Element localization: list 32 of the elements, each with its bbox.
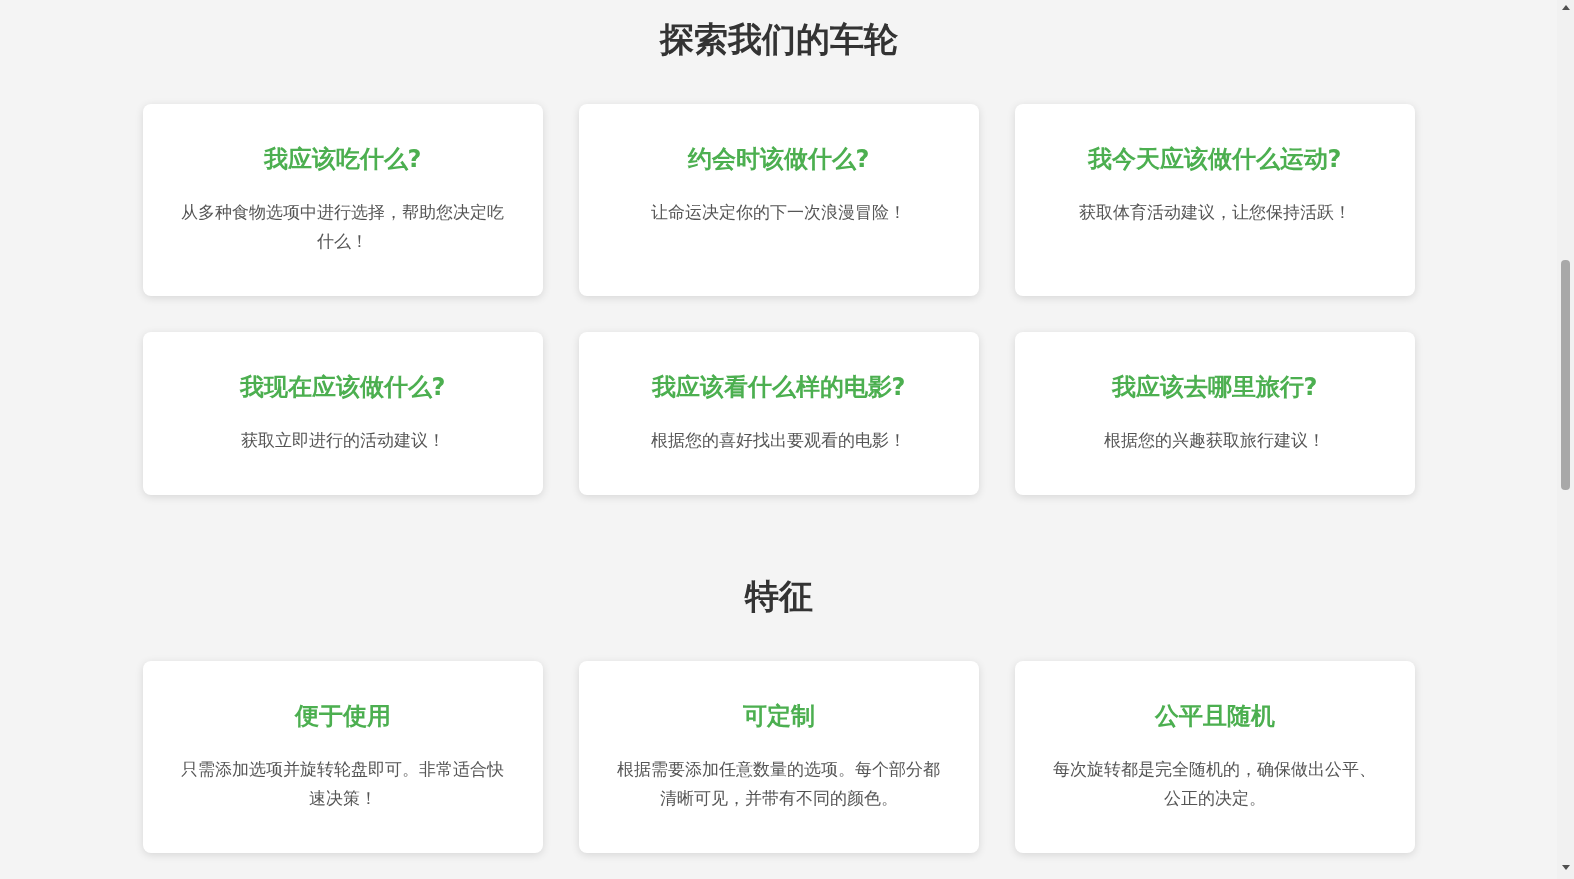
scroll-up-icon[interactable]: [1560, 4, 1571, 12]
card-title: 我应该去哪里旅行?: [1111, 372, 1318, 402]
section-heading: 探索我们的车轮: [659, 18, 898, 61]
card-title: 我应该吃什么?: [263, 144, 422, 174]
card-title: 我应该看什么样的电影?: [651, 372, 906, 402]
card-title: 我现在应该做什么?: [239, 372, 446, 402]
wheel-card[interactable]: 可定制 根据需要添加任意数量的选项。每个部分都清晰可见，并带有不同的颜色。: [578, 661, 979, 853]
card-title: 可定制: [742, 701, 815, 731]
wheel-card[interactable]: 我今天应该做什么运动? 获取体育活动建议，让您保持活跃！: [1014, 104, 1415, 296]
card-title: 公平且随机: [1154, 701, 1275, 731]
section-heading: 特征: [744, 575, 813, 618]
card-description: 从多种食物选项中进行选择，帮助您决定吃什么！: [180, 201, 505, 253]
card-description: 只需添加选项并旋转轮盘即可。非常适合快速决策！: [180, 758, 505, 810]
wheel-card[interactable]: 我应该看什么样的电影? 根据您的喜好找出要观看的电影！: [578, 332, 979, 495]
wheel-card[interactable]: 约会时该做什么? 让命运决定你的下一次浪漫冒险！: [578, 104, 979, 296]
card-description: 获取体育活动建议，让您保持活跃！: [1078, 201, 1351, 224]
card-description: 根据您的兴趣获取旅行建议！: [1104, 429, 1325, 452]
wheel-card[interactable]: 公平且随机 每次旋转都是完全随机的，确保做出公平、公正的决定。: [1014, 661, 1415, 853]
card-description: 根据您的喜好找出要观看的电影！: [651, 429, 906, 452]
card-title: 我今天应该做什么运动?: [1087, 144, 1342, 174]
card-title: 便于使用: [294, 701, 391, 731]
card-description: 让命运决定你的下一次浪漫冒险！: [651, 201, 906, 224]
card-description: 根据需要添加任意数量的选项。每个部分都清晰可见，并带有不同的颜色。: [616, 758, 941, 810]
wheel-card[interactable]: 便于使用 只需添加选项并旋转轮盘即可。非常适合快速决策！: [142, 661, 543, 853]
wheel-card[interactable]: 我现在应该做什么? 获取立即进行的活动建议！: [142, 332, 543, 495]
card-description: 获取立即进行的活动建议！: [240, 429, 445, 452]
card-title: 约会时该做什么?: [687, 144, 870, 174]
card-description: 每次旋转都是完全随机的，确保做出公平、公正的决定。: [1052, 758, 1377, 810]
scrollbar-thumb[interactable]: [1561, 260, 1570, 490]
wheel-card[interactable]: 我应该去哪里旅行? 根据您的兴趣获取旅行建议！: [1014, 332, 1415, 495]
scroll-down-icon[interactable]: [1560, 863, 1571, 871]
wheel-card[interactable]: 我应该吃什么? 从多种食物选项中进行选择，帮助您决定吃什么！: [142, 104, 543, 296]
